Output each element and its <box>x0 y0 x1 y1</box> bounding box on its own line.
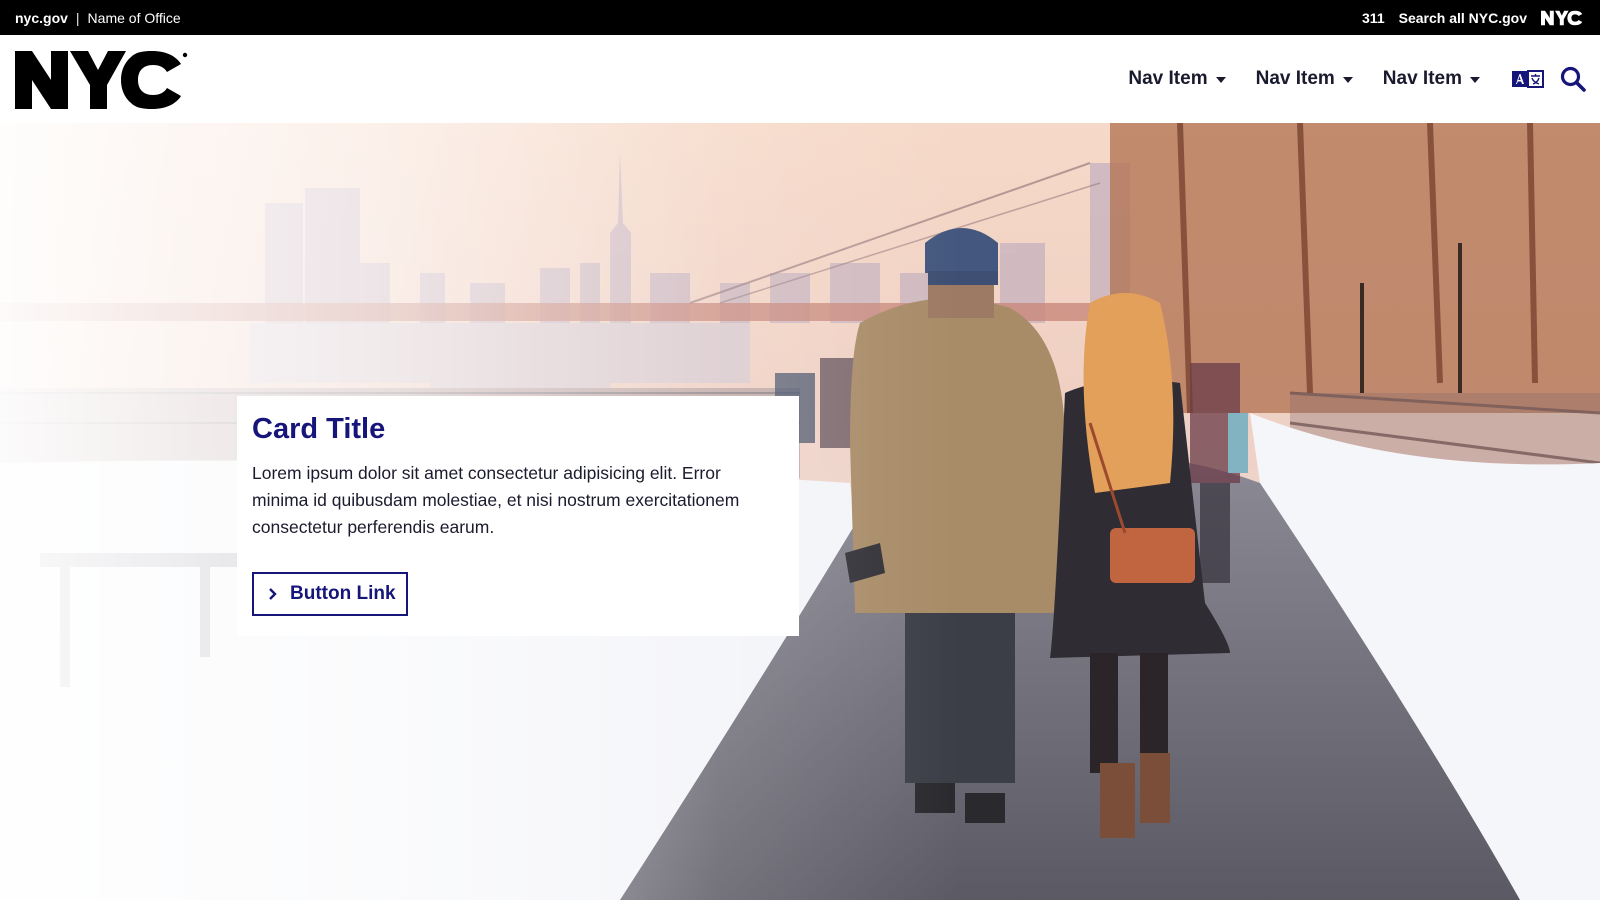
nav-item-1[interactable]: Nav Item <box>1128 68 1226 90</box>
nyc-gov-link[interactable]: nyc.gov <box>15 10 68 26</box>
search-icon <box>1560 66 1586 92</box>
nav-item-2[interactable]: Nav Item <box>1256 68 1353 90</box>
hero-card: Card Title Lorem ipsum dolor sit amet co… <box>237 396 799 636</box>
chevron-down-icon <box>1215 77 1226 83</box>
card-button-label: Button Link <box>290 583 396 604</box>
search-button[interactable] <box>1560 66 1586 92</box>
utility-bar-left: nyc.gov | Name of Office <box>15 0 181 35</box>
translate-icon <box>1512 70 1544 88</box>
nav-item-label: Nav Item <box>1382 68 1462 89</box>
nyc-mini-logo[interactable] <box>1541 10 1585 26</box>
card-body: Lorem ipsum dolor sit amet consectetur a… <box>252 463 740 537</box>
nav-item-3[interactable]: Nav Item <box>1383 68 1480 90</box>
utility-separator: | <box>75 9 80 26</box>
search-all-link[interactable]: Search all NYC.gov <box>1399 10 1527 26</box>
utility-bar: nyc.gov | Name of Office 311 Search all … <box>0 0 1600 35</box>
nyc-logo[interactable] <box>15 51 190 109</box>
utility-bar-right: 311 Search all NYC.gov <box>1362 0 1585 35</box>
chevron-down-icon <box>1470 77 1480 83</box>
card-button-link[interactable]: Button Link <box>252 572 408 616</box>
main-header: Nav Item Nav Item Nav Item <box>0 35 1600 123</box>
translate-button[interactable] <box>1512 69 1544 89</box>
chevron-down-icon <box>1342 77 1353 83</box>
primary-nav: Nav Item Nav Item Nav Item <box>1128 35 1586 123</box>
office-name[interactable]: Name of Office <box>88 10 181 26</box>
card-title: Card Title <box>252 413 386 445</box>
phone-311-link[interactable]: 311 <box>1362 10 1385 26</box>
chevron-right-icon <box>269 588 277 600</box>
hero-banner: Card Title Lorem ipsum dolor sit amet co… <box>0 123 1600 900</box>
nav-item-label: Nav Item <box>1128 68 1208 89</box>
nav-item-label: Nav Item <box>1255 68 1335 89</box>
